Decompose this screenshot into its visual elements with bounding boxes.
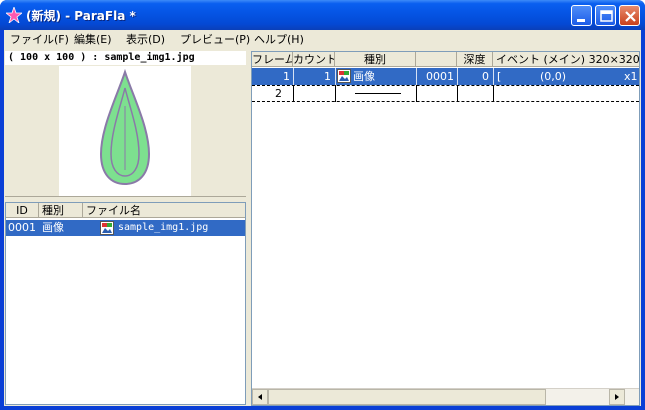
menu-help[interactable]: ヘルプ(H) — [252, 32, 306, 47]
column-divider — [493, 68, 494, 85]
app-star-icon — [6, 7, 22, 23]
asset-list-header: ID 種別 ファイル名 — [6, 203, 245, 218]
column-count[interactable]: カウント — [293, 52, 335, 67]
image-icon — [337, 69, 351, 83]
preview-pane — [5, 65, 246, 197]
column-type[interactable]: 種別 — [39, 203, 83, 218]
column-kind[interactable]: 種別 — [335, 52, 416, 67]
frame-number: 2 — [275, 87, 282, 100]
leaf-image — [99, 68, 151, 186]
scroll-thumb[interactable] — [268, 389, 546, 405]
frame-number: 1 — [283, 70, 290, 83]
column-divider — [457, 85, 458, 102]
minimize-button[interactable] — [571, 5, 592, 26]
column-divider — [335, 85, 336, 102]
app-window: (新規) - ParaFla * ファイル(F) 編集(E) 表示(D) プレビ… — [0, 0, 645, 410]
asset-filename: sample_img1.jpg — [118, 222, 209, 233]
close-icon — [625, 11, 636, 22]
column-id[interactable] — [416, 52, 457, 67]
arrow-right-icon — [615, 394, 619, 400]
minimize-icon — [577, 19, 585, 22]
menu-edit[interactable]: 編集(E) — [72, 32, 114, 47]
scroll-left-button[interactable] — [252, 389, 268, 405]
timeline-header: フレーム カウント 種別 深度 イベント (メイン) 320×320 — [252, 52, 639, 67]
column-divider — [416, 85, 417, 102]
table-row[interactable]: 1 1 画像 0001 0 [ (0,0) x1 — [252, 68, 639, 85]
image-icon — [100, 221, 114, 235]
column-id[interactable]: ID — [6, 203, 39, 218]
horizontal-scrollbar[interactable] — [252, 388, 639, 405]
title-bar[interactable]: (新規) - ParaFla * — [0, 0, 645, 30]
list-item[interactable]: 0001 画像 sample_img1.jpg — [6, 220, 245, 236]
menu-file[interactable]: ファイル(F) — [8, 32, 71, 47]
column-frame[interactable]: フレーム — [252, 52, 293, 67]
asset-id: 0001 — [8, 221, 36, 234]
column-divider — [293, 85, 294, 102]
maximize-button[interactable] — [595, 5, 616, 26]
client-area: ファイル(F) 編集(E) 表示(D) プレビュー(P) ヘルプ(H) ( 10… — [4, 30, 641, 406]
timeline-table[interactable]: フレーム カウント 種別 深度 イベント (メイン) 320×320 1 1 画… — [251, 51, 640, 406]
frame-kind: 画像 — [353, 70, 375, 83]
frame-depth: 0 — [482, 70, 489, 83]
frame-count: 1 — [324, 70, 331, 83]
table-row[interactable]: 2 — [252, 85, 639, 102]
scroll-right-button[interactable] — [609, 389, 625, 405]
frame-scale: x1 — [624, 70, 638, 83]
column-divider — [335, 68, 336, 85]
menu-view[interactable]: 表示(D) — [124, 32, 167, 47]
frame-event: [ — [497, 70, 502, 83]
frame-object-id: 0001 — [426, 70, 454, 83]
frame-coords: (0,0) — [540, 70, 567, 83]
close-button[interactable] — [619, 5, 640, 26]
empty-frame-line — [355, 93, 401, 94]
preview-header: ( 100 x 100 ) : sample_img1.jpg — [5, 51, 246, 65]
asset-list[interactable]: ID 種別 ファイル名 0001 画像 sample_img1.jpg — [5, 202, 246, 405]
arrow-left-icon — [258, 394, 262, 400]
maximize-icon — [600, 10, 613, 22]
column-event[interactable]: イベント (メイン) 320×320 — [493, 52, 639, 67]
menu-preview[interactable]: プレビュー(P) — [178, 32, 252, 47]
column-divider — [493, 85, 494, 102]
column-filename[interactable]: ファイル名 — [83, 203, 245, 218]
preview-canvas — [59, 66, 191, 196]
window-title: (新規) - ParaFla * — [26, 9, 136, 23]
menu-bar: ファイル(F) 編集(E) 表示(D) プレビュー(P) ヘルプ(H) — [4, 30, 641, 49]
column-depth[interactable]: 深度 — [457, 52, 493, 67]
asset-type: 画像 — [42, 221, 64, 234]
